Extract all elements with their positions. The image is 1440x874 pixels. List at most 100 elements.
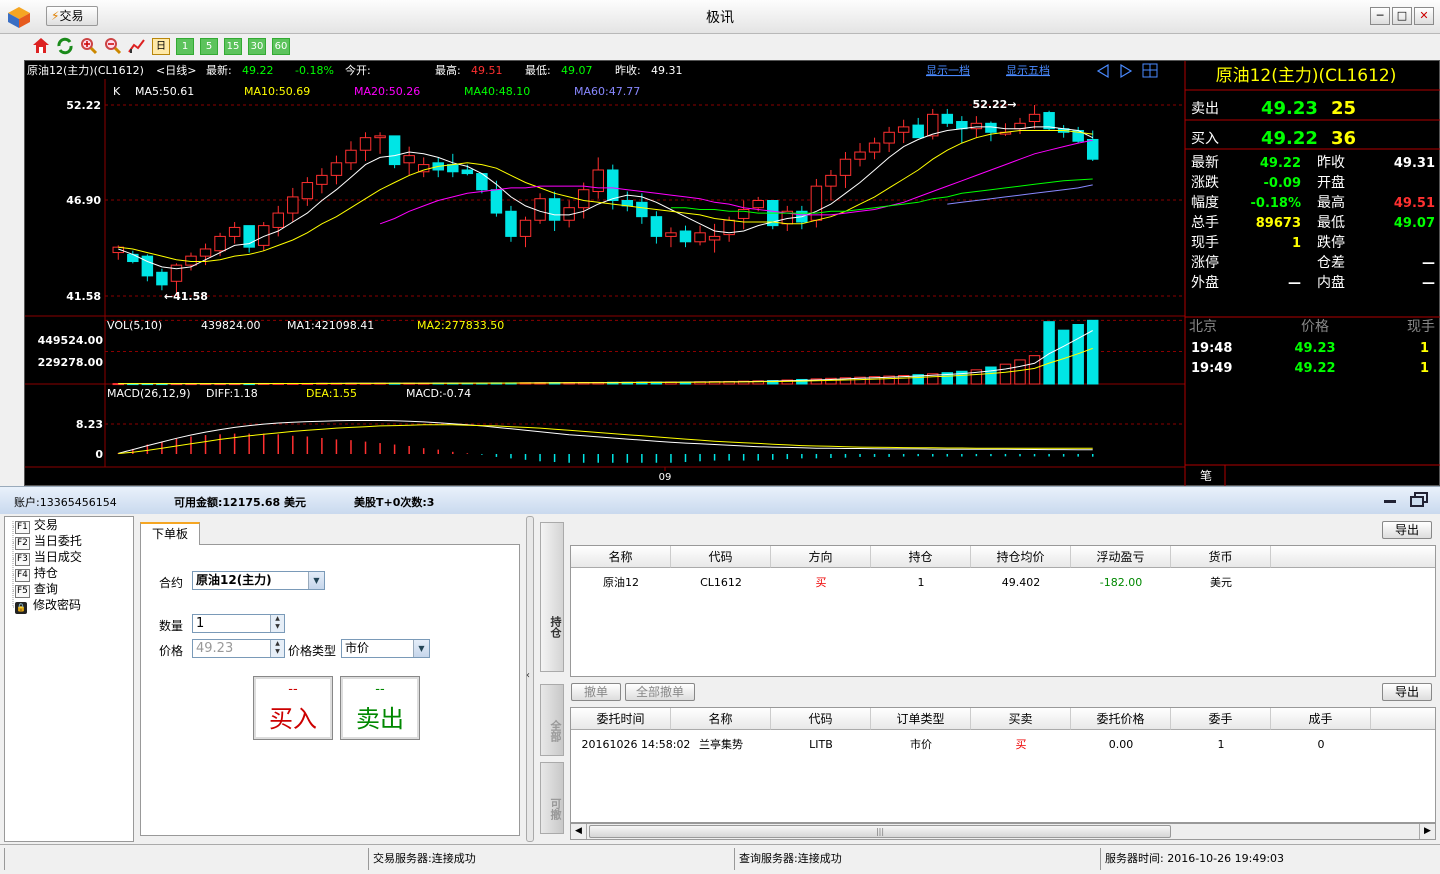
zoom-out-icon[interactable] <box>104 37 122 55</box>
spin-arrows-icon[interactable]: ▲ ▼ <box>270 615 284 632</box>
zoom-in-icon[interactable] <box>80 37 98 55</box>
column-header[interactable]: 委托价格 <box>1071 708 1171 730</box>
candle <box>1086 130 1099 162</box>
column-header[interactable]: 名称 <box>571 546 671 568</box>
horizontal-scrollbar[interactable]: ◀ ||| ▶ <box>570 823 1436 840</box>
quantity-stepper[interactable]: 1 ▲ ▼ <box>192 614 285 633</box>
period-5min-button[interactable]: 5 <box>200 38 218 55</box>
ticks-tab[interactable]: 笔 <box>1200 468 1212 483</box>
legend-entry: MA10:50.69 <box>244 85 310 98</box>
export-orders-button[interactable]: 导出 <box>1382 683 1432 701</box>
tab-order-board[interactable]: 下单板 <box>140 522 200 545</box>
tick-time: 19:49 <box>1191 361 1232 376</box>
close-icon[interactable]: ✕ <box>1414 7 1434 25</box>
candle <box>679 225 692 248</box>
scroll-left-icon[interactable]: ◀ <box>571 824 587 839</box>
minimize-icon[interactable]: ─ <box>1370 7 1390 25</box>
price-type-select[interactable]: 市价 ▼ <box>341 639 430 658</box>
records-pane: 导出 名称 代码 方向 持仓 持仓均价 浮动盈亏 货币 原油12 CL1612 买 1 49.402-… <box>568 516 1438 842</box>
column-header[interactable]: 代码 <box>671 546 771 568</box>
legend-entry: MA2:277833.50 <box>417 319 504 332</box>
home-icon[interactable] <box>32 37 50 55</box>
column-header[interactable]: 名称 <box>671 708 771 730</box>
prev-arrow-icon[interactable] <box>1096 63 1109 79</box>
period-30min-button[interactable]: 30 <box>248 38 266 55</box>
candle <box>301 177 314 206</box>
export-positions-button[interactable]: 导出 <box>1382 521 1432 539</box>
column-header[interactable]: 买卖 <box>971 708 1071 730</box>
query-server-status: 查询服务器:连接成功 <box>734 848 1100 870</box>
cancel-order-button[interactable]: 撤单 <box>571 683 621 701</box>
tick-price: 49.23 <box>1294 341 1335 356</box>
table-row[interactable]: 原油12 CL1612 买 1 49.402 -182.00 美元 <box>571 572 1435 594</box>
maximize-icon[interactable]: □ <box>1392 7 1412 25</box>
scroll-thumb[interactable]: ||| <box>589 825 1171 838</box>
panel-splitter[interactable]: ‹ <box>524 516 536 842</box>
volume-bar <box>1014 359 1026 385</box>
legend-entry: MACD(26,12,9) <box>107 387 191 400</box>
latest-value: 49.22 <box>242 64 274 77</box>
chevron-down-icon[interactable]: ▼ <box>308 572 324 589</box>
candlestick-chart[interactable]: 原油12(主力)(CL1612) <日线> 最新: 49.22 -0.18% 今… <box>25 61 1440 487</box>
column-header[interactable]: 委手 <box>1171 708 1271 730</box>
status-bar: 交易服务器:连接成功 查询服务器:连接成功 服务器时间: 2016-10-26 … <box>0 844 1440 874</box>
contract-select[interactable]: 原油12(主力) ▼ <box>192 571 325 590</box>
indicator-icon[interactable] <box>128 37 146 55</box>
column-header[interactable]: 浮动盈亏 <box>1071 546 1171 568</box>
column-header[interactable]: 委托时间 <box>571 708 671 730</box>
open-label: 今开: <box>345 63 371 77</box>
column-header[interactable]: 订单类型 <box>871 708 971 730</box>
menu-trade[interactable]: F1 交易 <box>15 517 58 534</box>
quote-value: -0.09 <box>1264 176 1301 191</box>
spin-arrows-icon[interactable]: ▲ ▼ <box>270 640 284 657</box>
ticks-header: 北京 价格 现手 <box>1189 319 1435 335</box>
cancel-all-button[interactable]: 全部撤单 <box>625 683 695 701</box>
table-cell: 49.402 <box>1001 576 1041 589</box>
server-time: 服务器时间: 2016-10-26 19:49:03 <box>1100 848 1436 870</box>
panel-minimize-icon[interactable] <box>1384 500 1396 503</box>
chevron-down-icon[interactable]: ▼ <box>413 640 429 657</box>
bid-price[interactable]: 49.22 <box>1261 128 1318 149</box>
table-cell: 原油12 <box>603 576 639 589</box>
column-header[interactable]: 代码 <box>771 708 871 730</box>
chevron-left-icon[interactable]: ‹ <box>526 670 530 681</box>
candle <box>868 137 881 160</box>
next-arrow-icon[interactable] <box>1120 63 1133 79</box>
column-header[interactable]: 方向 <box>771 546 871 568</box>
column-header[interactable]: 货币 <box>1171 546 1271 568</box>
y-tick: 229278.00 <box>38 356 104 369</box>
menu-query[interactable]: F5 查询 <box>15 581 58 598</box>
candle <box>854 143 866 167</box>
chart-area[interactable]: 原油12(主力)(CL1612) <日线> 最新: 49.22 -0.18% 今… <box>24 60 1440 487</box>
tab-positions[interactable]: 持仓 <box>540 522 564 672</box>
menu-change-password[interactable]: 🔒 修改密码 <box>15 597 81 614</box>
candle <box>287 187 299 223</box>
volume-bar <box>985 366 997 385</box>
period-60min-button[interactable]: 60 <box>272 38 290 55</box>
column-header[interactable]: 持仓均价 <box>971 546 1071 568</box>
show-five-level-link[interactable]: 显示五档 <box>1006 63 1050 77</box>
show-one-level-link[interactable]: 显示一档 <box>926 63 970 77</box>
column-header[interactable]: 持仓 <box>871 546 971 568</box>
menu-today-orders[interactable]: F2 当日委托 <box>15 533 82 550</box>
positions-table: 名称 代码 方向 持仓 持仓均价 浮动盈亏 货币原油12 CL1612 买 1 49.402 -182… <box>570 545 1436 677</box>
legend-entry: MA60:47.77 <box>574 85 640 98</box>
tab-cancellable[interactable]: 可撤 <box>540 762 564 834</box>
period-1min-button[interactable]: 1 <box>176 38 194 55</box>
panel-restore-icon[interactable] <box>1410 492 1428 508</box>
refresh-icon[interactable] <box>56 37 74 55</box>
sell-button[interactable]: -- 卖出 <box>340 676 420 740</box>
period-15min-button[interactable]: 15 <box>224 38 242 55</box>
candle <box>534 193 546 224</box>
layout-toggle-icon[interactable] <box>1142 63 1158 78</box>
menu-today-fills[interactable]: F3 当日成交 <box>15 549 82 566</box>
table-row[interactable]: 20161026 14:58:02 兰亭集势 LITB 市价买 0.00 1 0 <box>571 734 1435 756</box>
ask-price[interactable]: 49.23 <box>1261 98 1318 119</box>
buy-button[interactable]: -- 买入 <box>253 676 333 740</box>
tab-all-orders[interactable]: 全部 <box>540 684 564 756</box>
period-day-button[interactable]: 日 <box>152 38 170 55</box>
price-input[interactable]: 49.23 ▲ ▼ <box>192 639 285 658</box>
scroll-right-icon[interactable]: ▶ <box>1419 824 1435 839</box>
column-header[interactable]: 成手 <box>1271 708 1371 730</box>
menu-positions[interactable]: F4 持仓 <box>15 565 58 582</box>
